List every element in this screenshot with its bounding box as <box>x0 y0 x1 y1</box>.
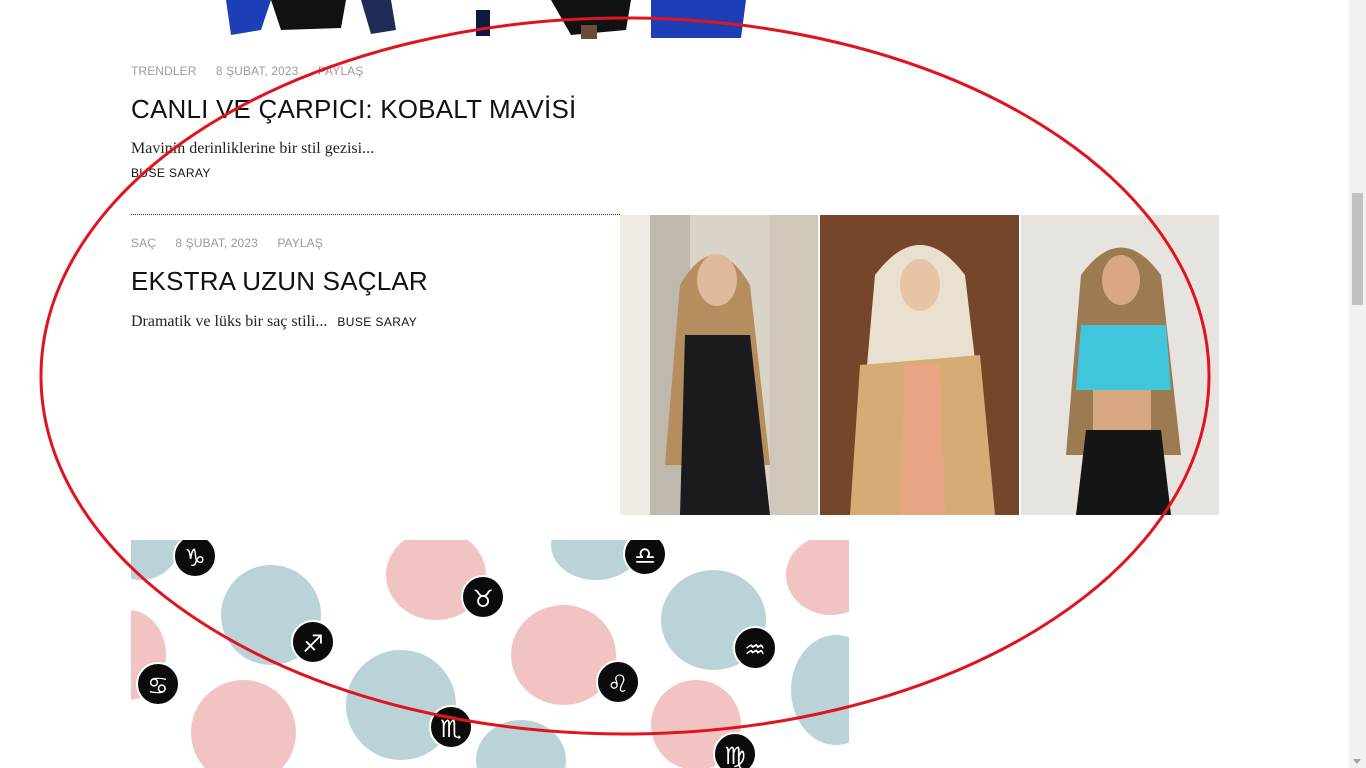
long-hair-post-image[interactable] <box>620 215 1219 515</box>
post-meta: SAÇ 8 ŞUBAT, 2023 PAYLAŞ <box>131 236 339 250</box>
scorpio-icon: ♏ <box>429 705 473 749</box>
cancer-icon: ♋ <box>136 662 180 706</box>
cobalt-outfits-illustration <box>226 0 746 39</box>
share-link[interactable]: PAYLAŞ <box>318 64 364 78</box>
capricorn-icon: ♑ <box>173 540 217 578</box>
aquarius-icon: ♒ <box>733 626 777 670</box>
leo-icon: ♌ <box>596 660 640 704</box>
scrollbar-thumb[interactable] <box>1352 193 1363 305</box>
sagittarius-icon: ♐ <box>291 620 335 664</box>
model-photo-2 <box>820 215 1019 515</box>
post-category[interactable]: SAÇ <box>131 236 156 250</box>
zodiac-post-image[interactable]: ♑ ♉ ♎ ♐ ♋ ♌ ♒ ♏ ♍ <box>131 540 849 768</box>
model-photo-3 <box>1020 215 1219 515</box>
post-excerpt: Dramatik ve lüks bir saç stili... <box>131 313 328 330</box>
photo-panel-2 <box>820 215 1019 515</box>
libra-icon: ♎ <box>623 540 667 576</box>
virgo-icon: ♍ <box>713 732 757 768</box>
photo-panel-3 <box>1020 215 1219 515</box>
post-author[interactable]: BUSE SARAY <box>337 315 417 329</box>
post-title[interactable]: CANLI VE ÇARPICI: KOBALT MAVİSİ <box>131 94 576 125</box>
celebrity-face <box>191 680 296 768</box>
share-link[interactable]: PAYLAŞ <box>277 236 323 250</box>
celebrity-face <box>476 720 566 768</box>
vertical-scrollbar[interactable] <box>1349 0 1366 768</box>
scroll-down-arrow-icon[interactable] <box>1353 759 1361 764</box>
celebrity-face <box>786 540 849 615</box>
post-date: 8 ŞUBAT, 2023 <box>175 236 258 250</box>
celebrity-face <box>791 635 849 745</box>
post-author[interactable]: BUSE SARAY <box>131 166 211 180</box>
post-excerpt: Mavinin derinliklerine bir stil gezisi..… <box>131 140 375 157</box>
post-meta: TRENDLER 8 ŞUBAT, 2023 PAYLAŞ <box>131 64 379 78</box>
model-photo-1 <box>620 215 819 515</box>
post-category[interactable]: TRENDLER <box>131 64 196 78</box>
photo-panel-1 <box>620 215 819 515</box>
taurus-icon: ♉ <box>461 575 505 619</box>
post-excerpt-row: Dramatik ve lüks bir saç stili... BUSE S… <box>131 313 417 331</box>
post-title[interactable]: EKSTRA UZUN SAÇLAR <box>131 266 428 297</box>
cobalt-post-image[interactable] <box>131 0 849 40</box>
post-date: 8 ŞUBAT, 2023 <box>215 64 299 78</box>
post-divider <box>131 214 620 215</box>
